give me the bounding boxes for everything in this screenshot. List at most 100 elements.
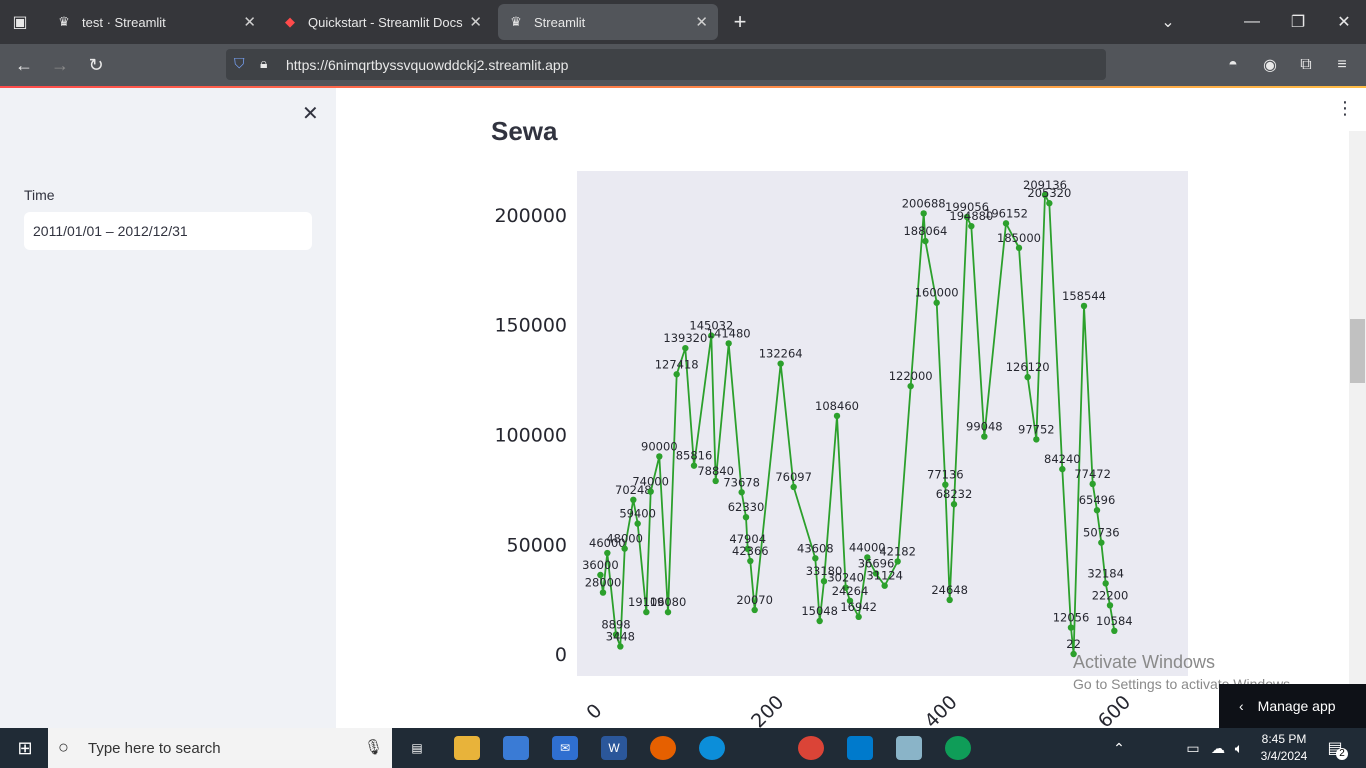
windows-start-icon[interactable]: ⊞	[12, 736, 38, 760]
account-icon[interactable]: ◉	[1259, 54, 1281, 76]
lock-icon[interactable]: 🔒︎	[260, 55, 267, 72]
data-label: 68232	[936, 487, 973, 501]
data-label: 24648	[931, 583, 968, 597]
mail-icon[interactable]: ✉	[552, 736, 578, 760]
tab-label: test · Streamlit	[82, 14, 166, 30]
date-range-input[interactable]: 2011/01/01 – 2012/12/31	[24, 212, 312, 250]
minimize-icon[interactable]: —	[1240, 10, 1264, 34]
pocket-icon[interactable]: ◓	[1222, 54, 1244, 76]
new-tab-icon[interactable]: +	[728, 9, 752, 34]
taskbar-search[interactable]: ○ Type here to search 🎙︎	[48, 728, 392, 768]
file-explorer-icon[interactable]	[454, 736, 480, 760]
y-tick-label: 50000	[507, 534, 567, 556]
data-point	[1024, 373, 1031, 381]
collections-icon[interactable]: ▣	[10, 12, 30, 32]
extensions-icon[interactable]: ⧉	[1295, 54, 1317, 76]
tab-quickstart-docs[interactable]: ◆ Quickstart - Streamlit Docs ✕	[272, 4, 492, 40]
sidebar	[0, 88, 336, 728]
data-point	[855, 613, 862, 621]
store-icon[interactable]	[503, 736, 529, 760]
data-point	[946, 596, 953, 604]
data-point	[833, 412, 841, 420]
data-point	[1002, 220, 1010, 227]
firefox-icon[interactable]	[650, 736, 676, 760]
volume-icon[interactable]: 🔈︎	[1226, 736, 1252, 760]
data-label: 50736	[1083, 526, 1120, 540]
restore-icon[interactable]: ❐	[1286, 10, 1310, 34]
data-label: 42366	[732, 544, 769, 558]
data-point	[1059, 465, 1066, 473]
data-point	[673, 371, 680, 378]
chrome-icon[interactable]	[798, 736, 824, 760]
data-label: 132264	[759, 347, 803, 361]
data-point	[725, 340, 732, 347]
close-icon[interactable]: ✕	[695, 13, 708, 31]
tab-test-streamlit[interactable]: ♛ test · Streamlit ✕	[46, 4, 266, 40]
taskbar-clock[interactable]: 8:45 PM 3/4/2024	[1254, 731, 1314, 765]
microphone-icon[interactable]: 🎙︎	[364, 738, 383, 756]
chevron-down-icon[interactable]: ⌄	[1156, 10, 1180, 34]
data-label: 90000	[641, 439, 678, 453]
task-view-icon[interactable]: ▤	[404, 736, 430, 760]
scrollbar-track[interactable]	[1349, 131, 1366, 728]
tab-streamlit[interactable]: ♛ Streamlit ✕	[498, 4, 718, 40]
data-point	[981, 433, 988, 440]
data-point	[1080, 302, 1088, 310]
data-label: 3448	[606, 629, 635, 643]
data-label: 15048	[801, 604, 838, 618]
chrome-profile-icon[interactable]	[945, 736, 971, 760]
battery-icon[interactable]: ▭	[1180, 736, 1206, 760]
shield-icon[interactable]: ⛉	[234, 55, 245, 72]
window-close-icon[interactable]: ✕	[1332, 10, 1356, 34]
notepad-icon[interactable]	[896, 736, 922, 760]
y-tick-label: 100000	[494, 424, 567, 446]
close-icon[interactable]: ✕	[243, 13, 256, 31]
data-label: 127418	[655, 357, 699, 371]
data-label: 122000	[889, 369, 933, 383]
data-label: 24264	[832, 584, 869, 598]
data-point	[621, 545, 628, 552]
manage-app-button[interactable]: ‹ Manage app	[1219, 684, 1366, 728]
x-tick-label: 600	[1094, 691, 1135, 728]
data-point	[1015, 244, 1023, 252]
vscode-icon[interactable]	[847, 736, 873, 760]
data-label: 185000	[997, 231, 1041, 245]
data-label: 141480	[707, 326, 751, 340]
data-point	[630, 496, 637, 504]
data-label: 48000	[606, 532, 643, 546]
edge-icon[interactable]	[699, 736, 725, 760]
back-icon[interactable]: ←	[12, 54, 36, 76]
data-point	[894, 558, 901, 565]
data-point	[968, 222, 975, 230]
data-point	[656, 453, 663, 460]
clock-time: 8:45 PM	[1261, 732, 1307, 746]
data-label: 160000	[915, 286, 959, 300]
data-point	[1098, 539, 1105, 546]
data-label: 85816	[676, 449, 713, 463]
forward-icon[interactable]: →	[48, 54, 72, 76]
manage-app-label: Manage app	[1257, 698, 1336, 714]
notification-icon[interactable]: ▤ 2	[1322, 736, 1348, 760]
clock-date: 3/4/2024	[1260, 749, 1308, 763]
url-bar[interactable]: ⛉ 🔒︎ https://6nimqrtbyssvquowddckj2.stre…	[226, 49, 1106, 80]
reload-icon[interactable]: ↻	[84, 54, 108, 76]
tab-label: Streamlit	[534, 14, 586, 30]
data-point	[950, 501, 958, 508]
menu-icon[interactable]: ≡	[1331, 54, 1353, 76]
data-label: 77472	[1074, 467, 1111, 481]
close-sidebar-icon[interactable]: ✕	[302, 101, 319, 126]
close-icon[interactable]: ✕	[469, 13, 482, 31]
streamlit-crown-icon: ♛	[58, 14, 70, 29]
scrollbar-thumb[interactable]	[1350, 319, 1365, 383]
data-point	[617, 643, 624, 650]
data-label: 108460	[815, 399, 859, 413]
word-icon[interactable]: W	[601, 736, 627, 760]
y-tick-label: 0	[555, 644, 567, 666]
streamlit-crown-icon: ♛	[510, 14, 522, 29]
url-text[interactable]: https://6nimqrtbyssvquowddckj2.streamlit…	[286, 57, 568, 73]
x-tick-label: 200	[747, 691, 788, 728]
data-label: 10584	[1096, 614, 1133, 628]
chevron-up-icon[interactable]: ⌃	[1106, 736, 1132, 760]
data-point	[1046, 200, 1053, 207]
more-options-icon[interactable]: ⋮	[1336, 98, 1354, 119]
